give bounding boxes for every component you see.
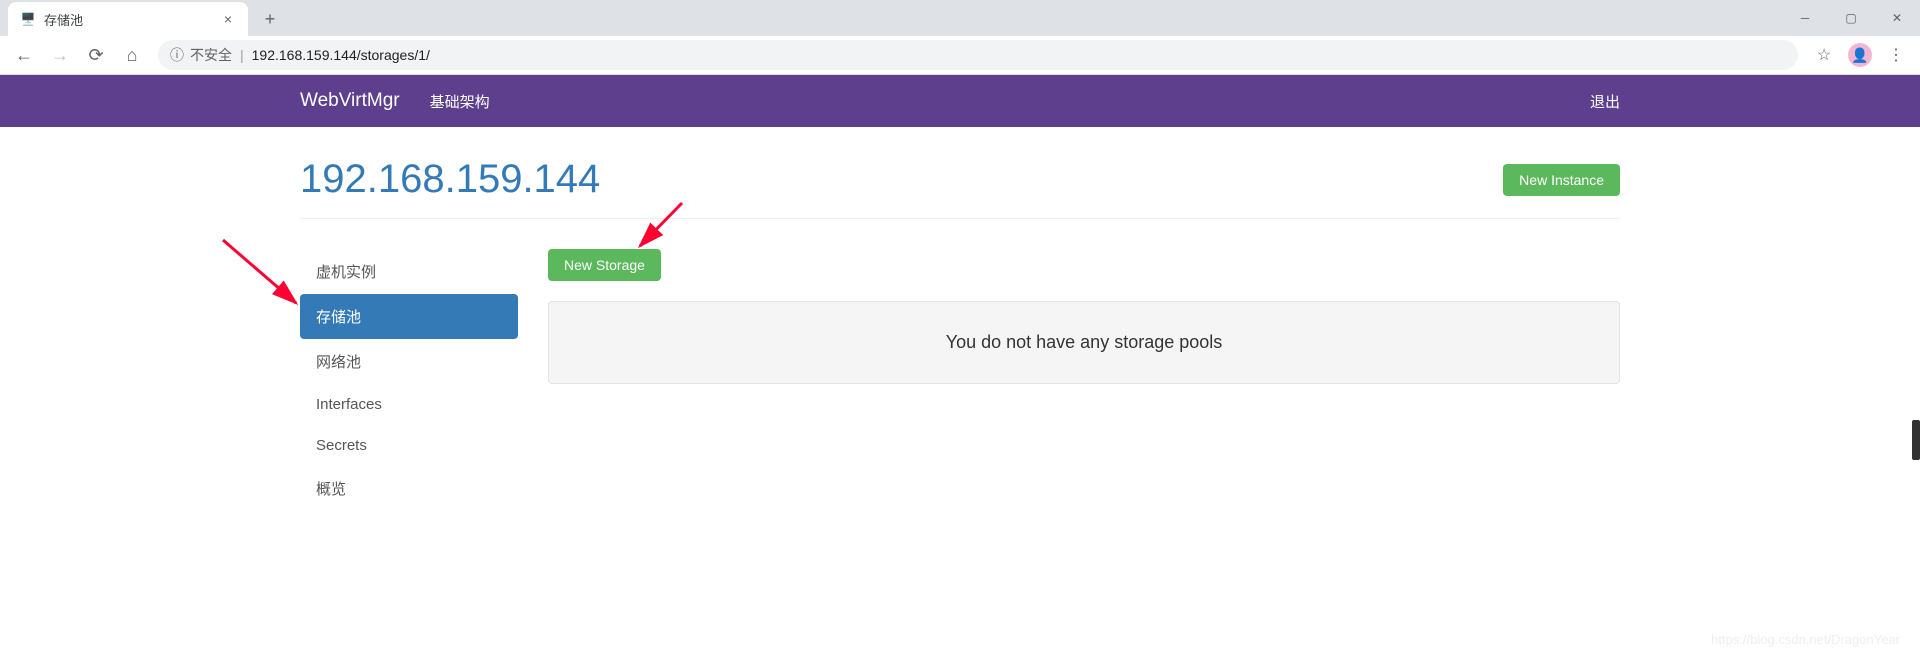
avatar-icon: 👤 xyxy=(1848,43,1872,67)
new-instance-button[interactable]: New Instance xyxy=(1503,164,1620,196)
sidebar-item-5[interactable]: 概览 xyxy=(300,466,518,511)
nav-infrastructure[interactable]: 基础架构 xyxy=(430,91,490,112)
url-text: 192.168.159.144/storages/1/ xyxy=(252,47,430,63)
close-window-button[interactable]: ✕ xyxy=(1874,0,1920,36)
back-button[interactable]: ← xyxy=(8,39,40,71)
security-indicator: ⓘ 不安全 xyxy=(170,45,232,65)
main-panel: New Storage You do not have any storage … xyxy=(548,249,1620,511)
page-content: 192.168.159.144 New Instance 虚机实例存储池网络池I… xyxy=(0,127,1920,541)
address-bar: ← → ⟳ ⌂ ⓘ 不安全 | 192.168.159.144/storages… xyxy=(0,36,1920,74)
tab-favicon-icon: 🖥️ xyxy=(20,11,36,27)
watermark-text: https://blog.csdn.net/DragonYear xyxy=(1711,632,1900,647)
security-label: 不安全 xyxy=(190,45,232,65)
bookmark-star-icon[interactable]: ☆ xyxy=(1808,39,1840,71)
page-title[interactable]: 192.168.159.144 xyxy=(300,157,1503,202)
new-tab-button[interactable]: + xyxy=(256,5,284,33)
close-tab-icon[interactable]: × xyxy=(220,11,236,27)
profile-button[interactable]: 👤 xyxy=(1844,39,1876,71)
sidebar-item-1[interactable]: 存储池 xyxy=(300,294,518,339)
forward-button[interactable]: → xyxy=(44,39,76,71)
home-button[interactable]: ⌂ xyxy=(116,39,148,71)
separator: | xyxy=(240,47,244,63)
scrollbar-thumb[interactable] xyxy=(1912,420,1920,460)
sidebar-item-3[interactable]: Interfaces xyxy=(300,384,518,425)
main-row: 虚机实例存储池网络池InterfacesSecrets概览 New Storag… xyxy=(300,249,1620,511)
tab-bar: 🖥️ 存储池 × + ─ ▢ ✕ xyxy=(0,0,1920,36)
nav-logout[interactable]: 退出 xyxy=(1590,91,1620,112)
sidebar-item-0[interactable]: 虚机实例 xyxy=(300,249,518,294)
browser-chrome: 🖥️ 存储池 × + ─ ▢ ✕ ← → ⟳ ⌂ ⓘ 不安全 | 192.168… xyxy=(0,0,1920,75)
sidebar: 虚机实例存储池网络池InterfacesSecrets概览 xyxy=(300,249,518,511)
new-storage-button[interactable]: New Storage xyxy=(548,249,661,281)
window-controls: ─ ▢ ✕ xyxy=(1782,0,1920,36)
browser-menu-icon[interactable]: ⋮ xyxy=(1880,39,1912,71)
browser-tab[interactable]: 🖥️ 存储池 × xyxy=(8,2,248,36)
brand-title[interactable]: WebVirtMgr xyxy=(300,90,400,112)
tab-title: 存储池 xyxy=(44,10,212,29)
app-navbar: WebVirtMgr 基础架构 退出 xyxy=(0,75,1920,127)
info-icon: ⓘ xyxy=(170,45,184,65)
sidebar-item-4[interactable]: Secrets xyxy=(300,425,518,466)
sidebar-item-2[interactable]: 网络池 xyxy=(300,339,518,384)
page-header: 192.168.159.144 New Instance xyxy=(300,157,1620,219)
url-field[interactable]: ⓘ 不安全 | 192.168.159.144/storages/1/ xyxy=(158,40,1798,70)
maximize-button[interactable]: ▢ xyxy=(1828,0,1874,36)
reload-button[interactable]: ⟳ xyxy=(80,39,112,71)
empty-state-message: You do not have any storage pools xyxy=(548,301,1620,384)
minimize-button[interactable]: ─ xyxy=(1782,0,1828,36)
